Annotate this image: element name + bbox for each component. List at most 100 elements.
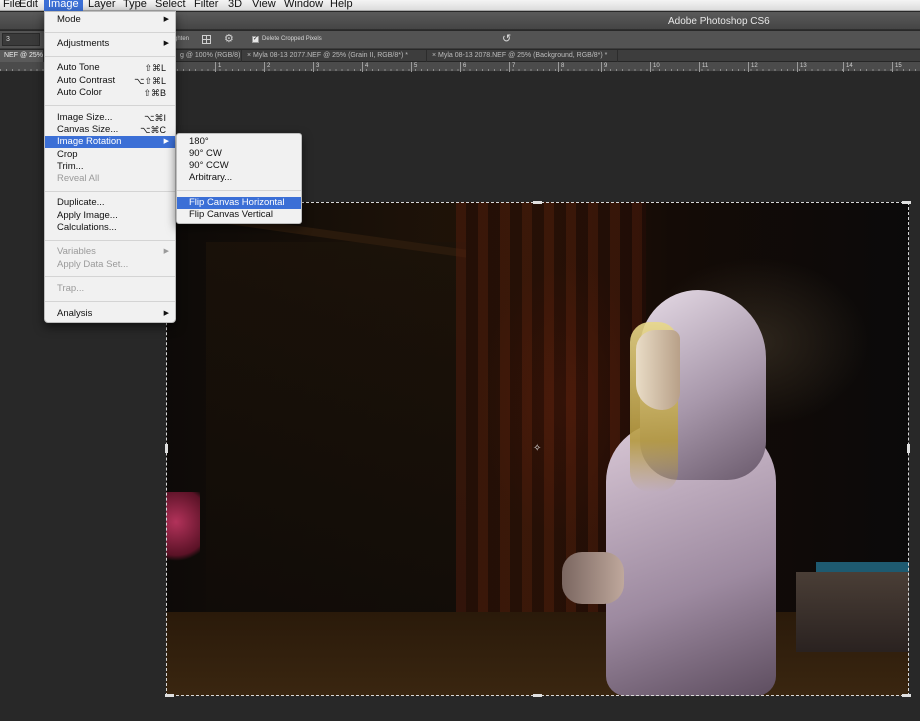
- menu-item-image-rotation[interactable]: Image Rotation ▶: [45, 136, 175, 148]
- menu-item-duplicate[interactable]: Duplicate...: [45, 197, 175, 209]
- menu-item-label: Analysis: [57, 308, 93, 319]
- straighten-label[interactable]: ghten: [174, 36, 189, 42]
- menu-item-mode[interactable]: Mode ▶: [45, 14, 175, 26]
- submenu-item-90-cw[interactable]: 90° CW: [177, 148, 301, 160]
- ruler-tick: 6: [460, 62, 466, 72]
- delete-cropped-label: Delete Cropped Pixels: [262, 36, 322, 42]
- mac-menu-bar: File Edit Image Layer Type Select Filter…: [0, 0, 920, 11]
- menu-item-canvas-size[interactable]: Canvas Size... ⌥⌘C: [45, 124, 175, 136]
- menu-layer[interactable]: Layer: [84, 0, 120, 11]
- menu-divider: [45, 105, 175, 106]
- menu-help[interactable]: Help: [326, 0, 357, 11]
- submenu-item-arbitrary[interactable]: Arbitrary...: [177, 172, 301, 184]
- photo-flower: [166, 492, 200, 572]
- menu-shortcut: ⌥⇧⌘L: [134, 76, 166, 86]
- submenu-item-flip-canvas-vertical[interactable]: Flip Canvas Vertical: [177, 209, 301, 221]
- menu-item-analysis[interactable]: Analysis ▶: [45, 308, 175, 320]
- crop-handle-top[interactable]: [533, 201, 542, 204]
- grid-overlay-icon[interactable]: [202, 35, 211, 44]
- menu-item-label: Auto Tone: [57, 62, 100, 73]
- ruler-tick: 1: [215, 62, 221, 72]
- menu-divider: [45, 240, 175, 241]
- menu-item-label: Auto Contrast: [57, 75, 116, 86]
- tab-active-document[interactable]: NEF @ 25% (R...: [0, 50, 44, 62]
- menu-item-auto-tone[interactable]: Auto Tone ⇧⌘L: [45, 62, 175, 74]
- menu-item-label: Trap...: [57, 283, 85, 294]
- menu-item-crop[interactable]: Crop: [45, 149, 175, 161]
- menu-edit[interactable]: Edit: [15, 0, 42, 11]
- tab-document-4[interactable]: × Myla 08-13 2078.NEF @ 25% (Background,…: [428, 50, 618, 62]
- menu-window[interactable]: Window: [280, 0, 327, 11]
- tab-document-2[interactable]: g @ 100% (RGB/8): [176, 50, 242, 62]
- menu-item-label: Variables: [57, 246, 96, 257]
- crop-handle-top-right[interactable]: [902, 201, 911, 204]
- menu-item-calculations[interactable]: Calculations...: [45, 222, 175, 234]
- crop-handle-bottom[interactable]: [533, 694, 542, 697]
- menu-3d[interactable]: 3D: [224, 0, 246, 11]
- menu-shortcut: ⇧⌘L: [144, 63, 166, 73]
- reset-icon[interactable]: ↺: [502, 33, 511, 45]
- window-title: Adobe Photoshop CS6: [668, 16, 770, 27]
- ruler-tick: 2: [264, 62, 270, 72]
- menu-item-image-size[interactable]: Image Size... ⌥⌘I: [45, 112, 175, 124]
- menu-item-label: Mode: [57, 14, 81, 25]
- crop-handle-right[interactable]: [907, 444, 910, 453]
- menu-item-auto-contrast[interactable]: Auto Contrast ⌥⇧⌘L: [45, 75, 175, 87]
- menu-image[interactable]: Image: [44, 0, 83, 11]
- menu-item-label: Duplicate...: [57, 197, 105, 208]
- menu-divider: [45, 191, 175, 192]
- menu-item-auto-color[interactable]: Auto Color ⇧⌘B: [45, 87, 175, 99]
- menu-divider: [45, 276, 175, 277]
- ruler-tick: 9: [601, 62, 607, 72]
- menu-item-apply-image[interactable]: Apply Image...: [45, 210, 175, 222]
- tab-document-3[interactable]: × Myla 08-13 2077.NEF @ 25% (Grain II, R…: [243, 50, 427, 62]
- ruler-tick: 10: [650, 62, 660, 72]
- menu-divider: [45, 32, 175, 33]
- menu-shortcut: ⌥⌘I: [144, 113, 166, 123]
- menu-item-variables: Variables ▶: [45, 246, 175, 258]
- ruler-tick: 15: [892, 62, 902, 72]
- menu-item-label: Image Size...: [57, 112, 113, 123]
- delete-cropped-checkbox[interactable]: ✓: [252, 36, 259, 43]
- photoshop-window: { "menubar": { "items": [ {"label": "Fil…: [0, 0, 920, 721]
- menu-item-label: Apply Image...: [57, 210, 118, 221]
- submenu-item-flip-canvas-horizontal[interactable]: Flip Canvas Horizontal: [177, 197, 301, 209]
- menu-item-label: Calculations...: [57, 222, 117, 233]
- submenu-item-90-ccw[interactable]: 90° CCW: [177, 160, 301, 172]
- submenu-arrow-icon: ▶: [163, 248, 169, 255]
- photo-child-hands: [562, 552, 624, 604]
- ruler-tick: 4: [362, 62, 368, 72]
- menu-divider: [45, 301, 175, 302]
- photo-child-face: [636, 330, 680, 410]
- crop-handle-left[interactable]: [165, 444, 168, 453]
- menu-divider: [177, 190, 301, 191]
- submenu-arrow-icon: ▶: [163, 138, 169, 145]
- menu-select[interactable]: Select: [151, 0, 190, 11]
- submenu-item-180[interactable]: 180°: [177, 136, 301, 148]
- ruler-tick: 11: [699, 62, 708, 72]
- image-rotation-submenu: 180° 90° CW 90° CCW Arbitrary... Flip Ca…: [176, 133, 302, 224]
- menu-item-label: Adjustments: [57, 38, 110, 49]
- image-menu-dropdown: Mode ▶ Adjustments ▶ Auto Tone ⇧⌘L Auto Con…: [44, 11, 176, 323]
- menu-item-label: Canvas Size...: [57, 124, 119, 135]
- menu-type[interactable]: Type: [119, 0, 151, 11]
- menu-item-reveal-all: Reveal All: [45, 173, 175, 185]
- submenu-arrow-icon: ▶: [163, 40, 169, 47]
- menu-item-label: Auto Color: [57, 87, 102, 98]
- menu-item-label: Crop: [57, 149, 78, 160]
- menu-item-trim[interactable]: Trim...: [45, 161, 175, 173]
- menu-item-adjustments[interactable]: Adjustments ▶: [45, 38, 175, 50]
- menu-item-apply-data-set: Apply Data Set...: [45, 259, 175, 271]
- ratio-field[interactable]: 3: [2, 33, 40, 46]
- ruler-tick: 7: [509, 62, 515, 72]
- ruler-tick: 5: [411, 62, 417, 72]
- photo-table: [796, 572, 909, 652]
- menu-shortcut: ⇧⌘B: [143, 88, 166, 98]
- crop-handle-bottom-right[interactable]: [902, 694, 911, 697]
- menu-view[interactable]: View: [248, 0, 280, 11]
- menu-filter[interactable]: Filter: [190, 0, 222, 11]
- crop-handle-bottom-left[interactable]: [165, 694, 174, 697]
- gear-icon[interactable]: ⚙: [224, 33, 234, 45]
- ruler-tick: 8: [558, 62, 564, 72]
- ruler-tick: 12: [748, 62, 758, 72]
